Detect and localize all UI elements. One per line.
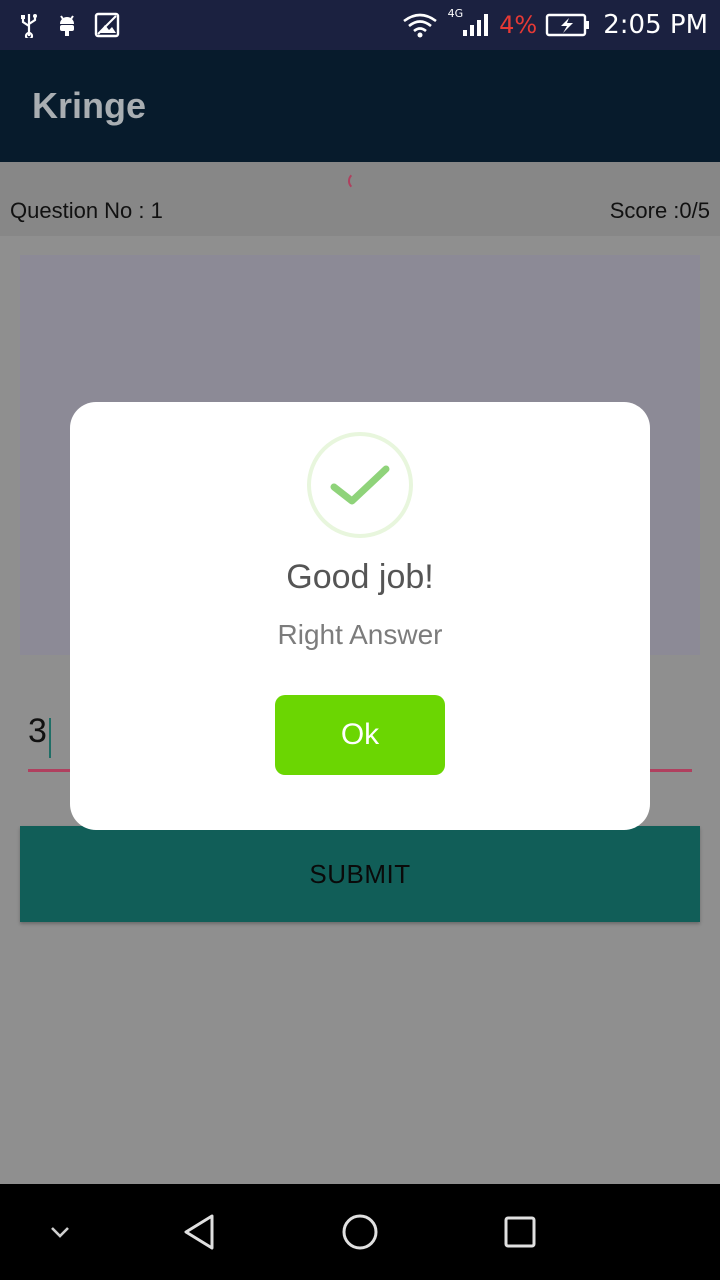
checkmark-icon (307, 432, 413, 538)
wifi-icon (402, 12, 438, 38)
home-icon[interactable] (320, 1184, 400, 1280)
ok-button[interactable]: Ok (275, 695, 445, 775)
android-debug-icon (56, 12, 78, 38)
cellular-signal-icon: 4G (446, 7, 492, 38)
text-caret (48, 717, 51, 758)
clock: 2:05 PM (603, 10, 708, 40)
chevron-down-icon[interactable] (30, 1184, 90, 1280)
status-bar: 4G 4% 2:05 PM (0, 0, 720, 50)
dialog-message: Right Answer (277, 619, 443, 650)
loading-spinner-icon (348, 172, 366, 190)
answer-value: 3 (28, 712, 47, 750)
question-number-label: Question No : 1 (10, 198, 163, 223)
app-bar: Kringe (0, 50, 720, 162)
navigation-bar (0, 1184, 720, 1280)
dialog-title: Good job! (286, 558, 434, 596)
success-dialog: Good job! Right Answer Ok (70, 402, 650, 830)
image-icon (94, 12, 120, 38)
screen: 4G 4% 2:05 PM Kringe Question No : 1 Sco… (0, 0, 720, 1280)
recents-icon[interactable] (480, 1184, 560, 1280)
back-icon[interactable] (160, 1184, 240, 1280)
status-left-icons (18, 12, 120, 38)
usb-icon (18, 12, 40, 38)
submit-button[interactable]: SUBMIT (20, 826, 700, 922)
network-type-label: 4G (447, 6, 464, 20)
battery-percent: 4% (499, 11, 538, 39)
score-label: Score :0/5 (609, 198, 710, 223)
battery-charging-icon (545, 12, 591, 38)
app-title: Kringe (32, 85, 147, 126)
status-right-icons: 4G 4% 2:05 PM (402, 7, 708, 40)
